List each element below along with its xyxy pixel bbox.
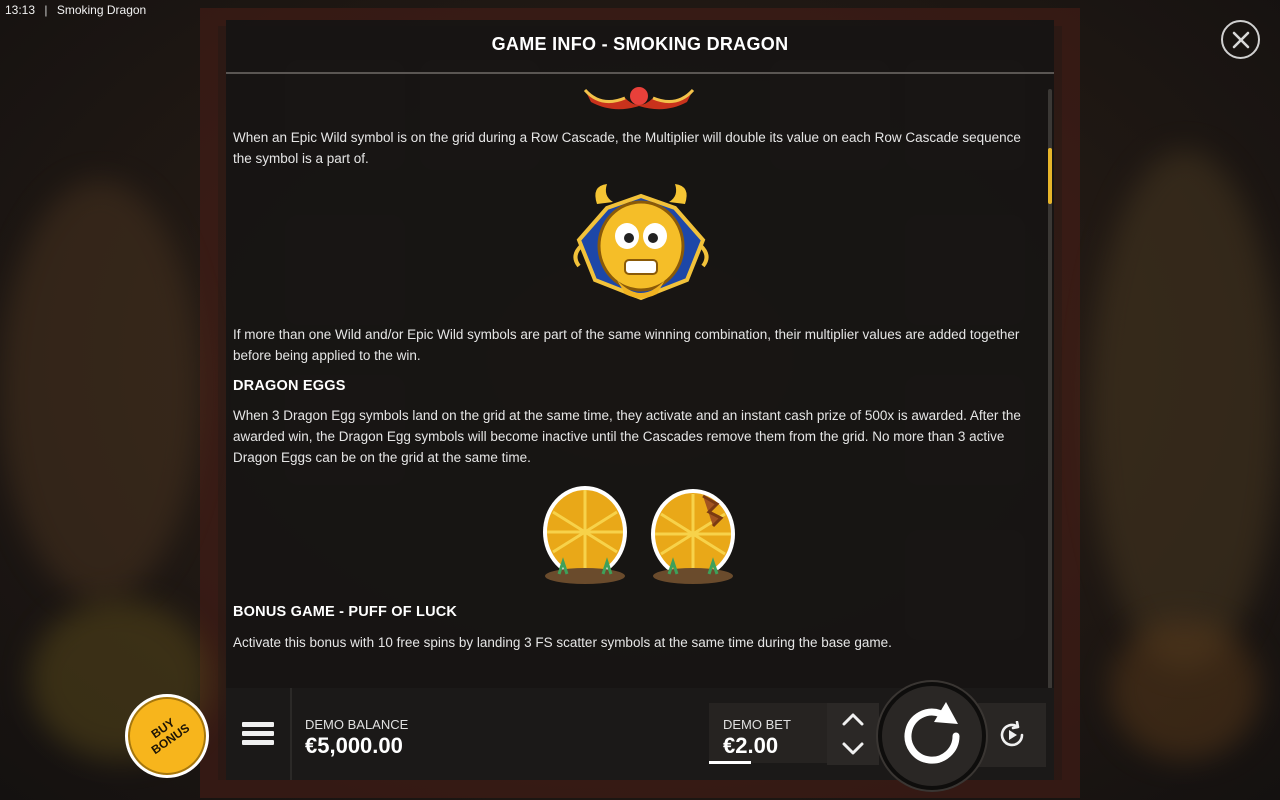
chevron-up-icon[interactable]	[841, 711, 865, 727]
epic-wild-symbol-image	[573, 184, 709, 301]
clock-time: 13:13	[5, 3, 36, 17]
autoplay-icon	[1000, 721, 1024, 747]
buy-bonus-label: BUY BONUS	[148, 715, 193, 758]
bonus-game-heading: BONUS GAME - PUFF OF LUCK	[233, 604, 458, 620]
autoplay-button[interactable]	[978, 703, 1046, 767]
bonus-game-paragraph: Activate this bonus with 10 free spins b…	[233, 635, 892, 650]
bet-display[interactable]: DEMO BET €2.00	[709, 703, 827, 764]
game-info-panel: GAME INFO - SMOKING DRAGON When an Epic …	[226, 20, 1054, 690]
hamburger-menu-icon	[242, 722, 274, 745]
dragon-eggs-heading: DRAGON EGGS	[233, 378, 346, 394]
menu-button[interactable]	[242, 722, 274, 750]
status-separator: |	[44, 3, 48, 17]
scrollbar-thumb[interactable]	[1048, 148, 1052, 204]
info-content[interactable]: When an Epic Wild symbol is on the grid …	[233, 78, 1043, 690]
dragon-eggs-paragraph: When 3 Dragon Egg symbols land on the gr…	[233, 408, 1021, 465]
multiplier-paragraph: If more than one Wild and/or Epic Wild s…	[233, 327, 1020, 363]
symbol-image-partial	[583, 87, 695, 110]
app-title: Smoking Dragon	[56, 3, 147, 17]
bet-value: €2.00	[723, 733, 779, 758]
bet-indicator	[709, 761, 751, 764]
balance-label: DEMO BALANCE	[305, 717, 409, 732]
spin-button[interactable]	[878, 682, 986, 790]
close-icon	[1232, 31, 1249, 48]
dragon-egg-cracked-image	[651, 489, 735, 584]
close-button[interactable]	[1221, 20, 1260, 59]
bet-label: DEMO BET	[723, 717, 791, 732]
dragon-egg-image	[543, 486, 627, 584]
panel-title: GAME INFO - SMOKING DRAGON	[491, 34, 789, 54]
buy-bonus-button[interactable]: BUY BONUS	[125, 694, 209, 778]
chevron-down-icon[interactable]	[841, 741, 865, 757]
status-bar: 13:13 | Smoking Dragon	[0, 0, 400, 20]
epic-wild-paragraph: When an Epic Wild symbol is on the grid …	[233, 130, 1021, 166]
balance-value: €5,000.00	[305, 733, 403, 758]
title-divider	[226, 72, 1054, 74]
control-divider	[290, 688, 292, 780]
bet-adjust	[827, 703, 879, 765]
spin-arrow-icon	[904, 702, 960, 764]
